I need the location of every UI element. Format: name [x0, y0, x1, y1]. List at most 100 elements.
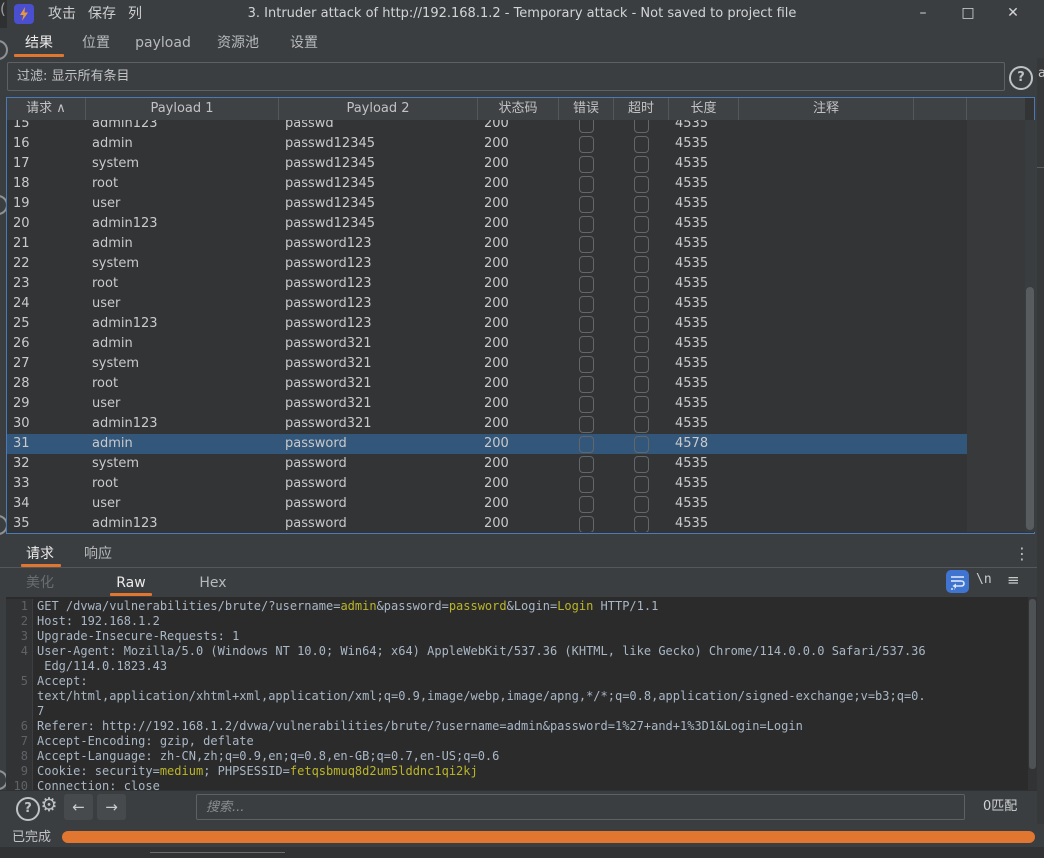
table-cell: password123	[279, 234, 478, 254]
column-header[interactable]: 注释	[739, 98, 914, 120]
line-number	[6, 704, 33, 719]
minimize-button[interactable]: –	[908, 0, 938, 28]
table-row[interactable]: 25admin123password1232004535	[7, 314, 967, 334]
table-row[interactable]: 24userpassword1232004535	[7, 294, 967, 314]
filter-label: 过滤: 显示所有条目	[17, 62, 130, 91]
table-cell: 200	[478, 194, 559, 214]
table-cell: user	[86, 494, 279, 514]
table-row[interactable]: 29userpassword3212004535	[7, 394, 967, 414]
intruder-app-icon	[14, 4, 34, 24]
table-row[interactable]: 19userpasswd123452004535	[7, 194, 967, 214]
table-row[interactable]: 31adminpassword2004578	[7, 434, 967, 454]
table-cell: password123	[279, 294, 478, 314]
search-previous-button[interactable]: ←	[64, 794, 93, 820]
tab-results[interactable]: 结果	[14, 28, 64, 55]
search-next-button[interactable]: →	[97, 794, 126, 820]
column-header[interactable]: 长度	[669, 98, 739, 120]
detail-menu-icon[interactable]: ⋮	[1014, 543, 1028, 565]
table-cell	[739, 174, 914, 194]
table-row[interactable]: 28rootpassword3212004535	[7, 374, 967, 394]
table-cell	[914, 514, 967, 532]
column-header[interactable]: Payload 2	[279, 98, 478, 120]
tab-resource-pool[interactable]: 资源池	[210, 28, 266, 55]
filter-bar[interactable]	[7, 62, 1005, 91]
close-button[interactable]: ✕	[998, 0, 1028, 28]
tab-raw[interactable]: Raw	[112, 570, 150, 594]
error-checkbox-cell	[559, 394, 614, 414]
editor-settings-icon[interactable]: ≡	[1007, 571, 1020, 589]
menu-columns[interactable]: 列	[122, 0, 148, 28]
table-cell: 24	[7, 294, 86, 314]
table-row[interactable]: 33rootpassword2004535	[7, 474, 967, 494]
timeout-checkbox-cell	[614, 514, 669, 532]
table-cell: root	[86, 374, 279, 394]
table-row[interactable]: 21adminpassword1232004535	[7, 234, 967, 254]
table-row[interactable]: 16adminpasswd123452004535	[7, 134, 967, 154]
table-row[interactable]: 32systempassword2004535	[7, 454, 967, 474]
filter-help-icon[interactable]: ?	[1009, 66, 1033, 90]
maximize-button[interactable]: □	[953, 0, 983, 28]
table-cell: password	[279, 454, 478, 474]
table-row[interactable]: 27systempassword3212004535	[7, 354, 967, 374]
request-line-text: Host: 192.168.1.2	[33, 614, 160, 629]
error-checkbox	[579, 196, 594, 213]
table-cell: 20	[7, 214, 86, 234]
timeout-checkbox	[634, 156, 649, 173]
table-row[interactable]: 26adminpassword3212004535	[7, 334, 967, 354]
menu-attack[interactable]: 攻击	[42, 0, 82, 28]
column-header[interactable]: 状态码	[478, 98, 559, 120]
table-row[interactable]: 34userpassword2004535	[7, 494, 967, 514]
request-editor[interactable]: 1GET /dvwa/vulnerabilities/brute/?userna…	[6, 597, 1037, 790]
request-line: Edg/114.0.1823.43	[6, 659, 1037, 674]
tab-payload[interactable]: payload	[134, 28, 192, 55]
table-cell: admin	[86, 434, 279, 454]
show-newlines-toggle[interactable]: \n	[976, 572, 992, 587]
tab-request[interactable]: 请求	[18, 540, 62, 565]
table-row[interactable]: 20admin123passwd123452004535	[7, 214, 967, 234]
search-settings-gear-icon[interactable]: ⚙	[38, 794, 60, 816]
timeout-checkbox-cell	[614, 134, 669, 154]
table-scrollbar-thumb[interactable]	[1026, 287, 1034, 530]
table-cell: password	[279, 474, 478, 494]
background-window-edge	[1037, 58, 1044, 858]
table-cell	[739, 474, 914, 494]
timeout-checkbox-cell	[614, 414, 669, 434]
table-row[interactable]: 17systempasswd123452004535	[7, 154, 967, 174]
tab-positions[interactable]: 位置	[74, 28, 118, 55]
table-cell	[914, 474, 967, 494]
column-header[interactable]	[914, 98, 967, 120]
request-line-text: 7	[33, 704, 44, 719]
table-row[interactable]: 23rootpassword1232004535	[7, 274, 967, 294]
word-wrap-toggle-icon[interactable]	[946, 570, 969, 593]
tab-response[interactable]: 响应	[76, 540, 120, 565]
table-cell: 200	[478, 474, 559, 494]
table-cell	[914, 120, 967, 134]
column-header[interactable]: Payload 1	[86, 98, 279, 120]
column-header[interactable]: 超时	[614, 98, 669, 120]
tab-settings[interactable]: 设置	[282, 28, 326, 55]
search-help-icon[interactable]: ?	[16, 797, 40, 821]
table-row[interactable]: 30admin123password3212004535	[7, 414, 967, 434]
error-checkbox-cell	[559, 374, 614, 394]
menu-save[interactable]: 保存	[82, 0, 122, 28]
tab-hex[interactable]: Hex	[196, 570, 230, 594]
table-cell	[739, 314, 914, 334]
error-checkbox-cell	[559, 334, 614, 354]
search-input[interactable]	[196, 794, 965, 820]
table-row[interactable]: 15admin123passwd2004535	[7, 120, 967, 134]
error-checkbox-cell	[559, 294, 614, 314]
intruder-attack-window: ( 攻击 保存 列 3. Intruder attack of http://1…	[0, 0, 1044, 858]
request-line: 3Upgrade-Insecure-Requests: 1	[6, 629, 1037, 644]
request-line: 10Connection: close	[6, 779, 1037, 790]
table-row[interactable]: 35admin123password2004535	[7, 514, 967, 532]
column-header[interactable]: 请求 ∧	[7, 98, 86, 120]
table-row[interactable]: 18rootpasswd123452004535	[7, 174, 967, 194]
timeout-checkbox-cell	[614, 374, 669, 394]
table-row[interactable]: 22systempassword1232004535	[7, 254, 967, 274]
table-cell: password123	[279, 314, 478, 334]
table-scrollbar[interactable]	[1025, 120, 1035, 532]
error-checkbox	[579, 136, 594, 153]
column-header[interactable]: 错误	[559, 98, 614, 120]
table-cell: 4535	[669, 314, 739, 334]
table-cell	[914, 314, 967, 334]
